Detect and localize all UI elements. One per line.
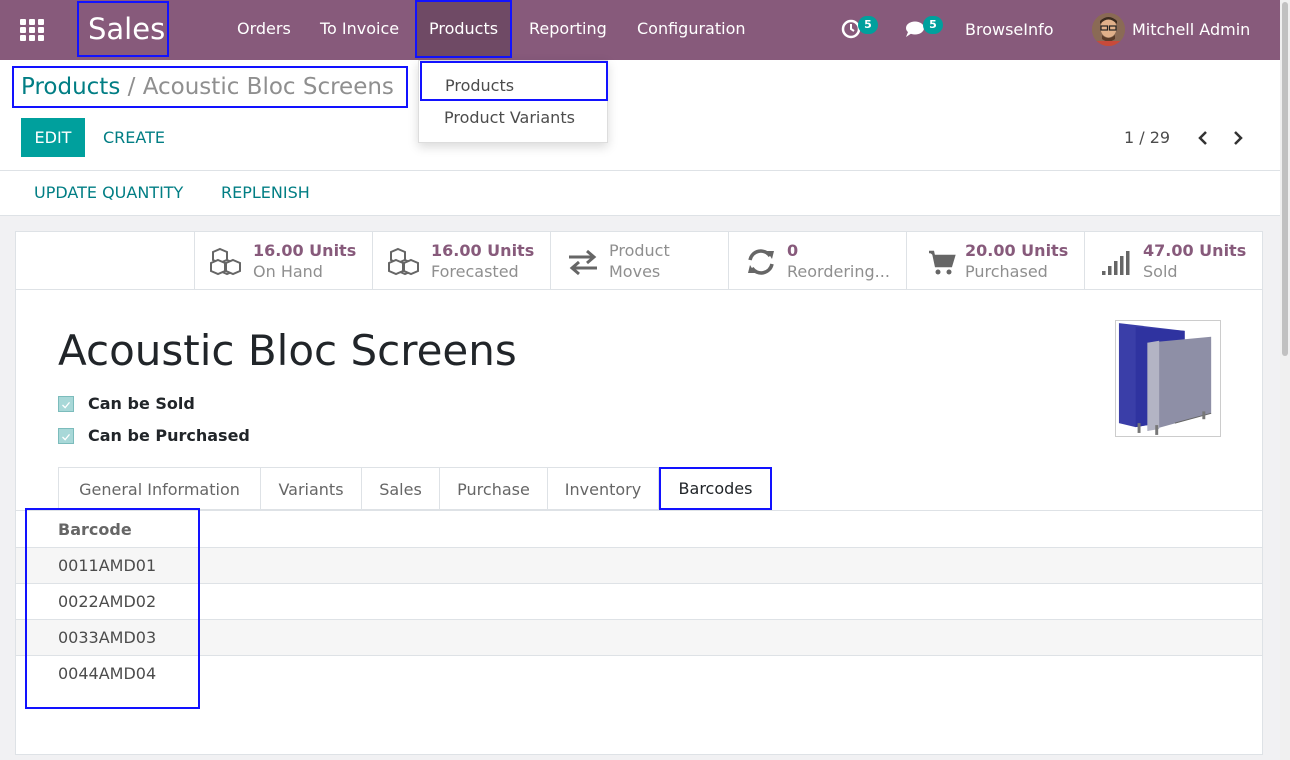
can-be-purchased-label: Can be Purchased (88, 426, 250, 445)
reordering-value: 0 (787, 241, 799, 260)
barcode-column-header[interactable]: Barcode (58, 511, 132, 548)
barcode-cell: 0033AMD03 (58, 628, 157, 647)
breadcrumb-products-link[interactable]: Products (21, 74, 120, 100)
exchange-icon (569, 249, 597, 276)
purchased-value: 20.00 Units (965, 241, 1069, 260)
cubes-icon (388, 247, 419, 276)
checkmark-icon (62, 433, 71, 441)
user-menu[interactable]: Mitchell Admin (1132, 0, 1250, 60)
sold-value: 47.00 Units (1143, 241, 1247, 260)
pager-next-icon[interactable] (1231, 130, 1245, 146)
tab-general-information[interactable]: General Information (58, 467, 261, 510)
table-row[interactable]: 0022AMD02 (16, 584, 1262, 620)
barcode-cell: 0011AMD01 (58, 556, 157, 575)
activity-count-badge: 5 (858, 16, 878, 34)
menu-orders[interactable]: Orders (237, 0, 291, 58)
product-image[interactable] (1115, 320, 1221, 437)
on-hand-value: 16.00 Units (253, 241, 357, 260)
table-row[interactable]: 0044AMD04 (16, 656, 1262, 692)
refresh-icon (748, 249, 774, 275)
update-quantity-button[interactable]: UPDATE QUANTITY (34, 171, 183, 215)
cubes-icon (210, 247, 241, 276)
form-statusbar: UPDATE QUANTITY REPLENISH (0, 171, 1280, 216)
tab-variants[interactable]: Variants (261, 467, 362, 510)
cart-icon (929, 250, 956, 275)
menu-products[interactable]: Products (415, 0, 513, 58)
menu-configuration[interactable]: Configuration (637, 0, 746, 58)
purchased-label: Purchased (965, 262, 1048, 281)
edit-button[interactable]: EDIT (21, 118, 85, 157)
tab-sales[interactable]: Sales (362, 467, 440, 510)
table-row[interactable]: 0011AMD01 (16, 548, 1262, 584)
barcode-table-header: Barcode (16, 511, 1262, 548)
breadcrumb-separator: / (127, 74, 136, 100)
apps-menu-icon[interactable] (20, 19, 44, 41)
signal-icon (1102, 251, 1130, 275)
on-hand-label: On Hand (253, 262, 323, 281)
breadcrumb: Products / Acoustic Bloc Screens (12, 66, 408, 108)
page-scrollbar[interactable] (1280, 0, 1290, 760)
scrollbar-thumb[interactable] (1282, 2, 1288, 356)
smart-button-sold[interactable]: 47.00 Units Sold (1084, 232, 1262, 289)
checkmark-icon (62, 401, 71, 409)
control-panel: Products / Acoustic Bloc Screens EDIT CR… (0, 60, 1280, 171)
sold-label: Sold (1143, 262, 1178, 281)
product-name[interactable]: Acoustic Bloc Screens (58, 326, 517, 375)
smart-buttons-row: 16.00 Units On Hand 16.00 Units Forecast… (16, 232, 1262, 290)
smart-button-forecasted[interactable]: 16.00 Units Forecasted (372, 232, 550, 289)
tab-purchase[interactable]: Purchase (440, 467, 548, 510)
replenish-button[interactable]: REPLENISH (221, 171, 310, 215)
product-moves-label: Moves (609, 262, 661, 281)
smart-button-on-hand[interactable]: 16.00 Units On Hand (194, 232, 372, 289)
dropdown-item-products[interactable]: Products (420, 61, 608, 101)
can-be-purchased-checkbox[interactable] (58, 428, 74, 444)
products-dropdown-menu: Products Product Variants (418, 60, 608, 143)
tab-barcodes[interactable]: Barcodes (659, 467, 772, 510)
company-switcher[interactable]: BrowseInfo (965, 0, 1054, 60)
forecasted-value: 16.00 Units (431, 241, 535, 260)
can-be-sold-checkbox[interactable] (58, 396, 74, 412)
barcode-cell: 0044AMD04 (58, 664, 157, 683)
can-be-sold-label: Can be Sold (88, 394, 195, 413)
smart-button-purchased[interactable]: 20.00 Units Purchased (906, 232, 1084, 289)
form-sheet: 16.00 Units On Hand 16.00 Units Forecast… (15, 231, 1263, 755)
tab-inventory[interactable]: Inventory (548, 467, 659, 510)
smart-button-reordering[interactable]: 0 Reordering... (728, 232, 906, 289)
table-row[interactable]: 0033AMD03 (16, 620, 1262, 656)
pager-previous-icon[interactable] (1196, 130, 1210, 146)
breadcrumb-current: Acoustic Bloc Screens (142, 74, 394, 100)
reordering-label: Reordering... (787, 262, 890, 281)
product-moves-value: Product (609, 241, 670, 260)
smart-button-product-moves[interactable]: Product Moves (550, 232, 728, 289)
barcode-cell: 0022AMD02 (58, 592, 157, 611)
user-avatar[interactable] (1092, 13, 1125, 46)
message-count-badge: 5 (923, 16, 943, 34)
top-navbar: Sales Orders To Invoice Products Reporti… (0, 0, 1280, 60)
menu-to-invoice[interactable]: To Invoice (320, 0, 399, 58)
app-brand[interactable]: Sales (77, 1, 169, 57)
pager-value[interactable]: 1 / 29 (1124, 118, 1170, 157)
forecasted-label: Forecasted (431, 262, 519, 281)
create-button[interactable]: CREATE (103, 118, 165, 157)
menu-reporting[interactable]: Reporting (529, 0, 607, 58)
dropdown-item-product-variants[interactable]: Product Variants (444, 108, 575, 127)
